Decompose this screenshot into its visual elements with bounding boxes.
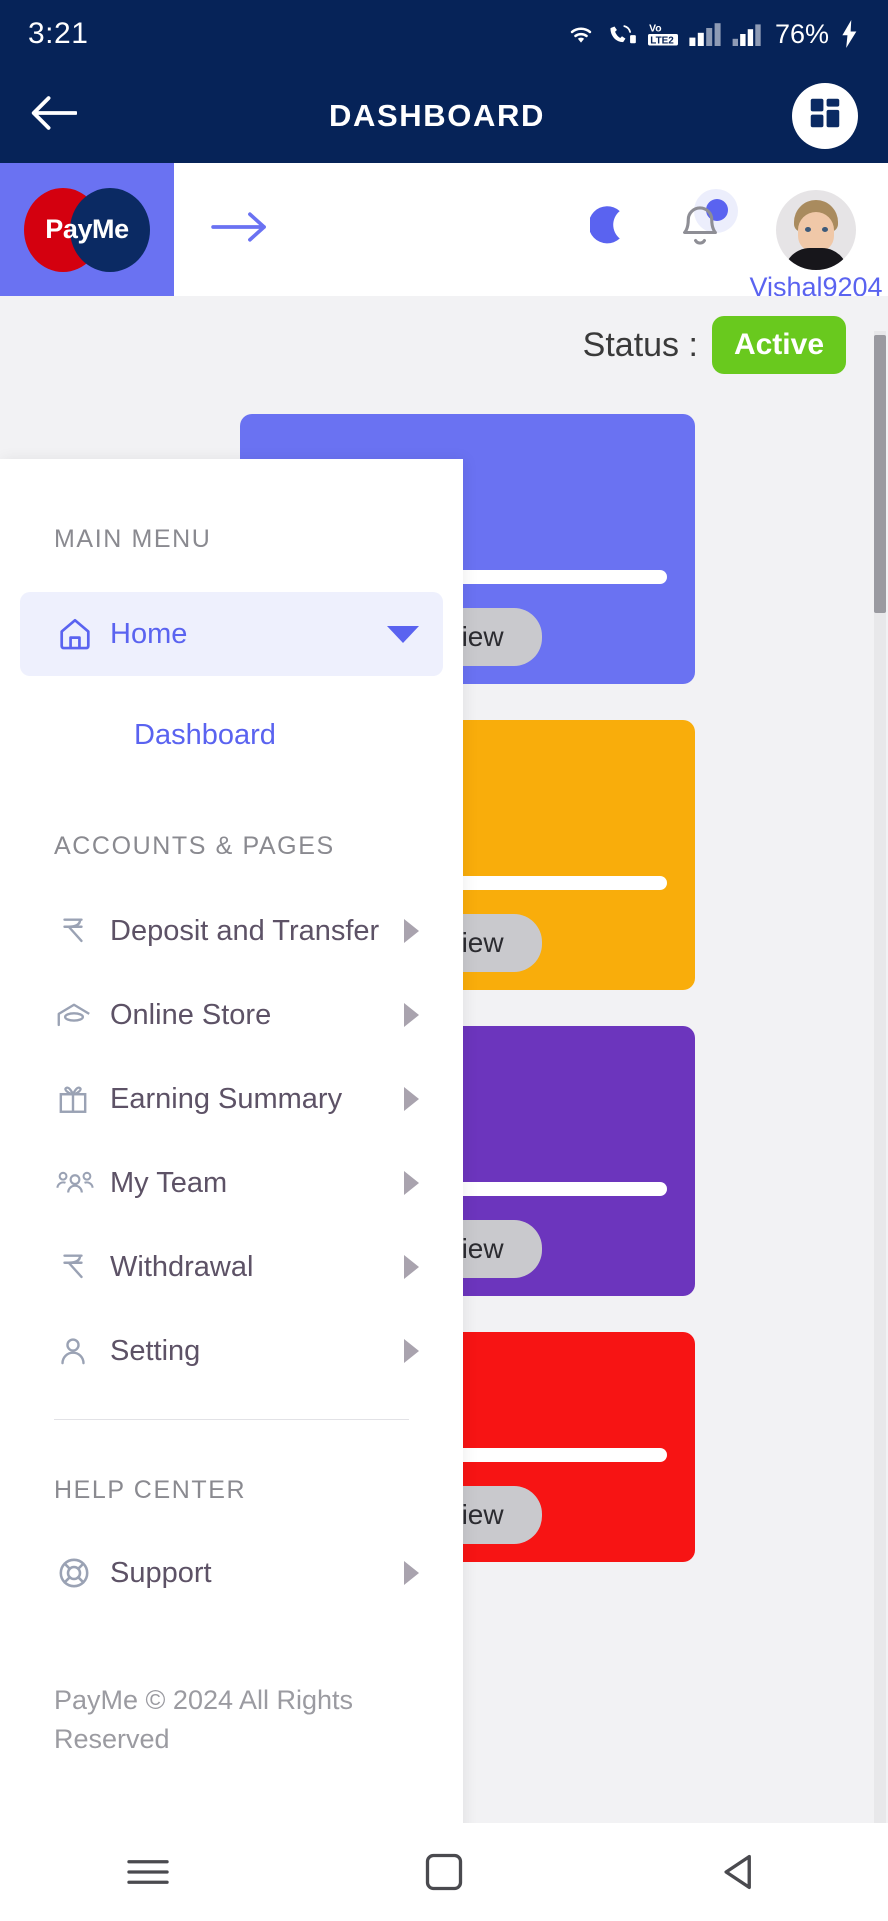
sidebar-item-earning-summary[interactable]: Earning Summary — [20, 1057, 443, 1141]
sidebar-item-online-store[interactable]: Online Store — [20, 973, 443, 1057]
sidebar-item-label: Earning Summary — [110, 1082, 343, 1115]
avatar-face — [798, 211, 834, 252]
sidebar-item-label: My Team — [110, 1166, 228, 1199]
sidebar-item-withdrawal[interactable]: Withdrawal — [20, 1225, 443, 1309]
volte-icon: Vo LTE2 — [647, 21, 678, 47]
svg-text:Vo: Vo — [649, 24, 662, 35]
user-icon — [56, 1334, 110, 1368]
back-button[interactable] — [26, 88, 82, 144]
chevron-right-icon — [404, 1087, 419, 1111]
status-bar-icons: Vo LTE2 76% — [566, 19, 860, 50]
lifebuoy-icon — [56, 1555, 110, 1591]
avatar-eye-right — [822, 226, 828, 232]
sidebar-content: MAIN MENU Home Dashboard ACCOUNTS & PAGE… — [0, 525, 463, 1759]
home-button[interactable] — [423, 1851, 465, 1893]
sidebar-item-home[interactable]: Home — [20, 592, 443, 676]
store-icon — [56, 997, 110, 1033]
page-title: DASHBOARD — [329, 97, 545, 133]
battery-percent: 76% — [774, 18, 829, 49]
sidebar-item-my-team[interactable]: My Team — [20, 1141, 443, 1225]
sidebar-drawer: MAIN MENU Home Dashboard ACCOUNTS & PAGE… — [0, 459, 463, 1823]
profile-menu[interactable]: Vishal9204 — [749, 189, 883, 302]
status-badge: Active — [711, 316, 846, 374]
recents-button[interactable] — [126, 1855, 170, 1889]
home-icon — [56, 615, 110, 653]
page-scrollbar-thumb[interactable] — [874, 335, 886, 613]
status-bar-clock: 3:21 — [28, 17, 89, 50]
sidebar-item-deposit-and-transfer[interactable]: Deposit and Transfer — [20, 889, 443, 973]
sidebar-divider — [54, 1419, 409, 1420]
android-status-bar: 3:21 Vo LTE2 76% — [0, 0, 888, 68]
phone-screen: 3:21 Vo LTE2 76% DASHBOARD PayMe Vishal9… — [0, 0, 888, 1921]
rupee-icon — [56, 1250, 110, 1284]
wifi-icon — [566, 22, 596, 46]
bell-icon — [678, 203, 722, 256]
svg-text:LTE2: LTE2 — [650, 36, 674, 47]
site-header: PayMe Vishal9204 — [0, 163, 888, 302]
sidebar-footer-copyright: PayMe © 2024 All Rights Reserved — [54, 1685, 354, 1755]
sidebar-item-label: Home — [110, 617, 188, 650]
arrow-right-icon — [210, 210, 270, 249]
header-actions — [588, 189, 738, 256]
sidebar-item-label: Online Store — [110, 998, 272, 1031]
sidebar-section-main-menu: MAIN MENU — [54, 525, 212, 553]
sidebar-item-label: Support — [110, 1556, 212, 1589]
sidebar-section-help-center: HELP CENTER — [54, 1476, 247, 1504]
avatar-eye-left — [805, 226, 811, 232]
back-button[interactable] — [718, 1852, 762, 1892]
notification-button[interactable] — [678, 189, 738, 256]
rupee-icon — [56, 914, 110, 948]
charging-bolt-icon — [840, 20, 860, 48]
sidebar-item-label: Setting — [110, 1334, 201, 1367]
avatar — [776, 189, 856, 270]
sidebar-item-setting[interactable]: Setting — [20, 1309, 443, 1393]
moon-icon[interactable] — [588, 204, 630, 255]
users-icon — [56, 1166, 110, 1200]
android-nav-bar — [0, 1823, 888, 1921]
signal-sim2-icon — [732, 22, 762, 46]
account-status-row: Status : Active — [0, 316, 888, 374]
chevron-right-icon — [404, 1003, 419, 1027]
chevron-right-icon — [404, 1255, 419, 1279]
call-wifi-icon — [607, 22, 637, 46]
chevron-right-icon — [404, 1171, 419, 1195]
chevron-right-icon — [404, 1339, 419, 1363]
sidebar-subitem-dashboard[interactable]: Dashboard — [20, 700, 443, 770]
status-label: Status : — [582, 325, 698, 364]
app-bar: DASHBOARD — [0, 68, 888, 163]
payme-logo[interactable]: PayMe — [0, 163, 174, 296]
payme-logo-mark: PayMe — [22, 182, 152, 278]
sidebar-section-accounts-pages: ACCOUNTS & PAGES — [54, 832, 335, 860]
dashboard-menu-button[interactable] — [792, 82, 858, 149]
chevron-right-icon — [404, 919, 419, 943]
sidebar-collapse-button[interactable] — [210, 210, 270, 249]
sidebar-item-label: Deposit and Transfer — [110, 914, 380, 947]
arrow-left-icon — [31, 95, 78, 136]
sidebar-item-support[interactable]: Support — [20, 1531, 443, 1615]
sidebar-item-label: Withdrawal — [110, 1250, 254, 1283]
gift-icon — [56, 1082, 110, 1116]
chevron-right-icon — [404, 1561, 419, 1585]
chevron-down-icon — [387, 625, 419, 643]
sidebar-subitem-label: Dashboard — [134, 718, 276, 751]
dashboard-grid-icon — [806, 94, 844, 137]
logo-wordmark: PayMe — [45, 214, 129, 244]
avatar-body — [784, 247, 848, 270]
signal-sim1-icon — [689, 22, 721, 46]
webview-content: PayMe Vishal9204 Status: Active View Vi… — [0, 163, 888, 1823]
